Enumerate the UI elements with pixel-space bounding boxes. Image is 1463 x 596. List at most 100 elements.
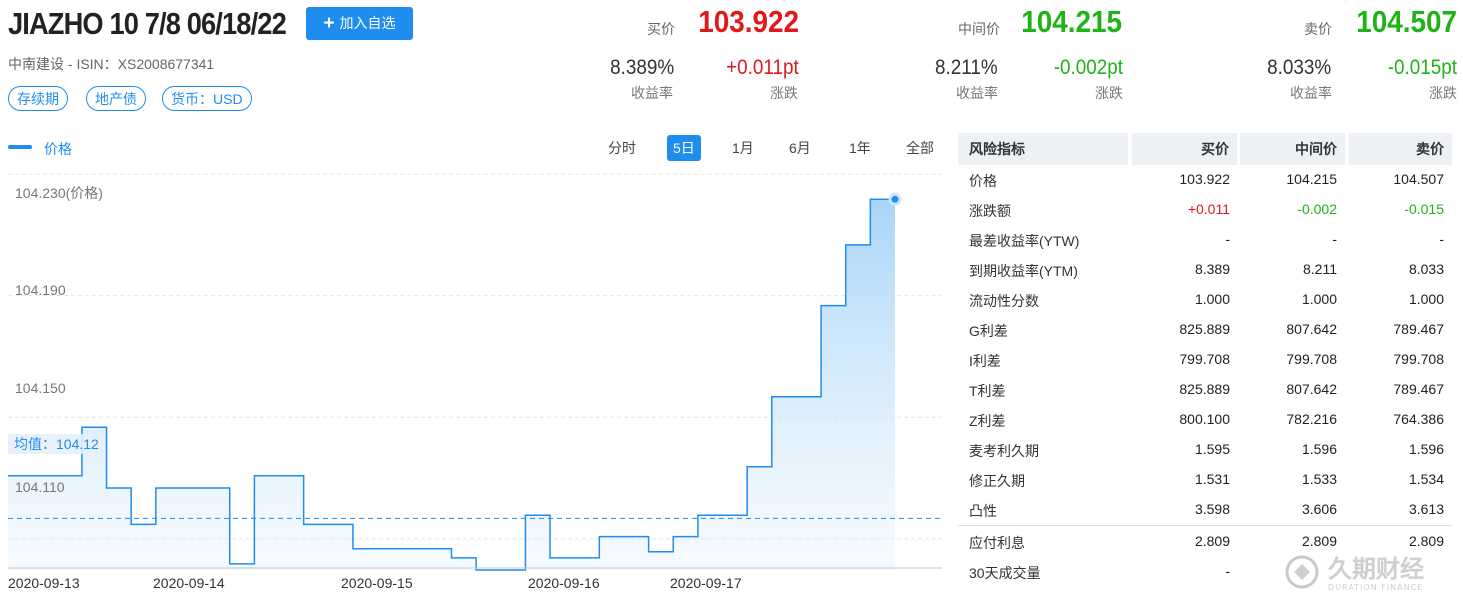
risk-row-value: 1.595 [1194, 441, 1230, 457]
tag-currency[interactable]: 货币：USD [162, 86, 252, 111]
issuer-isin: 中南建设 - ISIN：XS2008677341 [8, 56, 215, 72]
risk-row-label: I利差 [969, 353, 1001, 369]
tab-intraday[interactable]: 分时 [602, 135, 642, 161]
x-tick-label: 2020-09-15 [341, 575, 413, 591]
y-tick-label: 104.190 [15, 282, 66, 298]
risk-row-value: 104.507 [1393, 171, 1444, 187]
risk-row-value: +0.011 [1187, 201, 1230, 217]
mid-yield: 8.211% [935, 56, 998, 79]
risk-row-value: - [1439, 231, 1444, 247]
tag-sector[interactable]: 地产债 [86, 86, 146, 111]
risk-row-label: 30天成交量 [969, 565, 1041, 581]
x-tick-label: 2020-09-14 [153, 575, 225, 591]
risk-row-label: 流动性分数 [969, 293, 1039, 309]
add-to-watchlist-button[interactable]: + 加入自选 [306, 7, 413, 40]
mid-change-label: 涨跌 [1095, 85, 1123, 101]
tab-all[interactable]: 全部 [900, 135, 940, 161]
tab-6m[interactable]: 6月 [783, 135, 817, 161]
risk-row-value: 1.000 [1408, 291, 1444, 307]
risk-row-label: 涨跌额 [969, 203, 1011, 219]
risk-row-value: 2.809 [1194, 533, 1230, 549]
duration-finance-logo: 久期财经 DURATION FINANCE [1285, 555, 1424, 592]
bid-change: +0.011pt [726, 56, 799, 79]
price-area [8, 199, 895, 571]
ask-change: -0.015pt [1387, 56, 1457, 79]
risk-row-value: 1.531 [1194, 471, 1230, 487]
bond-title: JIAZHO 10 7/8 06/18/22 [8, 6, 287, 41]
risk-row-value: 799.708 [1286, 351, 1337, 367]
risk-header-label: 风险指标 [958, 133, 1128, 165]
risk-row-label: 应付利息 [969, 535, 1025, 551]
risk-row-value: 799.708 [1393, 351, 1444, 367]
risk-row-value: 8.211 [1303, 261, 1337, 277]
average-label: 均值：104.12 [8, 434, 105, 454]
risk-header-ask: 卖价 [1349, 133, 1452, 165]
add-to-watchlist-label: 加入自选 [339, 15, 396, 31]
ask-yield: 8.033% [1266, 56, 1331, 79]
risk-row-value: 104.215 [1286, 171, 1337, 187]
risk-row-value: -0.015 [1404, 201, 1444, 217]
risk-row-value: 799.708 [1179, 351, 1230, 367]
y-tick-label: 104.150 [15, 380, 66, 396]
tab-1m[interactable]: 1月 [726, 135, 760, 161]
risk-row-label: 凸性 [969, 503, 997, 519]
risk-row-value: 825.889 [1179, 321, 1230, 337]
tab-5d[interactable]: 5日 [667, 135, 701, 161]
y-tick-label: 104.110 [15, 479, 65, 495]
risk-row-value: 782.216 [1286, 411, 1337, 427]
ask-change-label: 涨跌 [1429, 85, 1457, 101]
bid-change-label: 涨跌 [770, 85, 798, 101]
bid-yield: 8.389% [609, 56, 674, 79]
risk-row-value: 789.467 [1393, 321, 1444, 337]
risk-row-value: 1.534 [1408, 471, 1444, 487]
y-tick-label: 104.230(价格) [15, 185, 103, 201]
risk-row-value: - [1225, 231, 1230, 247]
risk-row-value: 8.033 [1408, 261, 1444, 277]
risk-row-value: 1.000 [1301, 291, 1337, 307]
risk-row-value: 800.100 [1179, 411, 1230, 427]
legend-label[interactable]: 价格 [44, 139, 72, 159]
bid-yield-label: 收益率 [631, 85, 673, 101]
x-tick-label: 2020-09-17 [670, 575, 742, 591]
risk-row-value: 2.809 [1408, 533, 1444, 549]
ask-label: 卖价 [1304, 21, 1332, 37]
risk-row-label: 麦考利久期 [969, 443, 1039, 459]
ask-yield-label: 收益率 [1290, 85, 1332, 101]
risk-row-label: G利差 [969, 323, 1008, 339]
risk-row-label: Z利差 [969, 413, 1006, 429]
risk-row-value: 103.922 [1179, 171, 1230, 187]
risk-row-value: -0.002 [1297, 201, 1337, 217]
ask-price: 104.507 [1356, 4, 1457, 39]
tab-1y[interactable]: 1年 [843, 135, 877, 161]
risk-row-value: 789.467 [1393, 381, 1444, 397]
risk-row-label: T利差 [969, 383, 1006, 399]
risk-row-value: 807.642 [1286, 321, 1337, 337]
risk-row-value: 1.533 [1301, 471, 1337, 487]
tag-duration[interactable]: 存续期 [8, 86, 68, 111]
risk-header-bid: 买价 [1132, 133, 1237, 165]
risk-row-label: 修正久期 [969, 473, 1025, 489]
risk-row-value: 3.606 [1301, 501, 1337, 517]
risk-row-label: 到期收益率(YTM) [969, 263, 1078, 279]
price-chart[interactable] [0, 160, 950, 590]
plus-icon: + [323, 13, 335, 34]
risk-row-value: - [1332, 231, 1337, 247]
bid-price: 103.922 [698, 4, 799, 39]
mid-yield-label: 收益率 [956, 85, 998, 101]
risk-header-mid: 中间价 [1240, 133, 1345, 165]
risk-row-value: 764.386 [1393, 411, 1444, 427]
mid-label: 中间价 [958, 21, 1000, 37]
last-price-point [888, 192, 902, 206]
risk-row-label: 价格 [969, 173, 997, 189]
x-tick-label: 2020-09-16 [528, 575, 600, 591]
risk-row-label: 最差收益率(YTW) [969, 233, 1080, 249]
table-divider [958, 525, 1452, 526]
x-tick-label: 2020-09-13 [8, 575, 80, 591]
risk-row-value: 1.000 [1194, 291, 1230, 307]
logo-brand-text: 久期财经 [1328, 555, 1424, 583]
risk-row-value: 2.809 [1301, 533, 1337, 549]
risk-row-value: 825.889 [1179, 381, 1230, 397]
legend-swatch [8, 145, 32, 149]
risk-row-value: 1.596 [1408, 441, 1444, 457]
risk-row-value: - [1225, 563, 1230, 579]
